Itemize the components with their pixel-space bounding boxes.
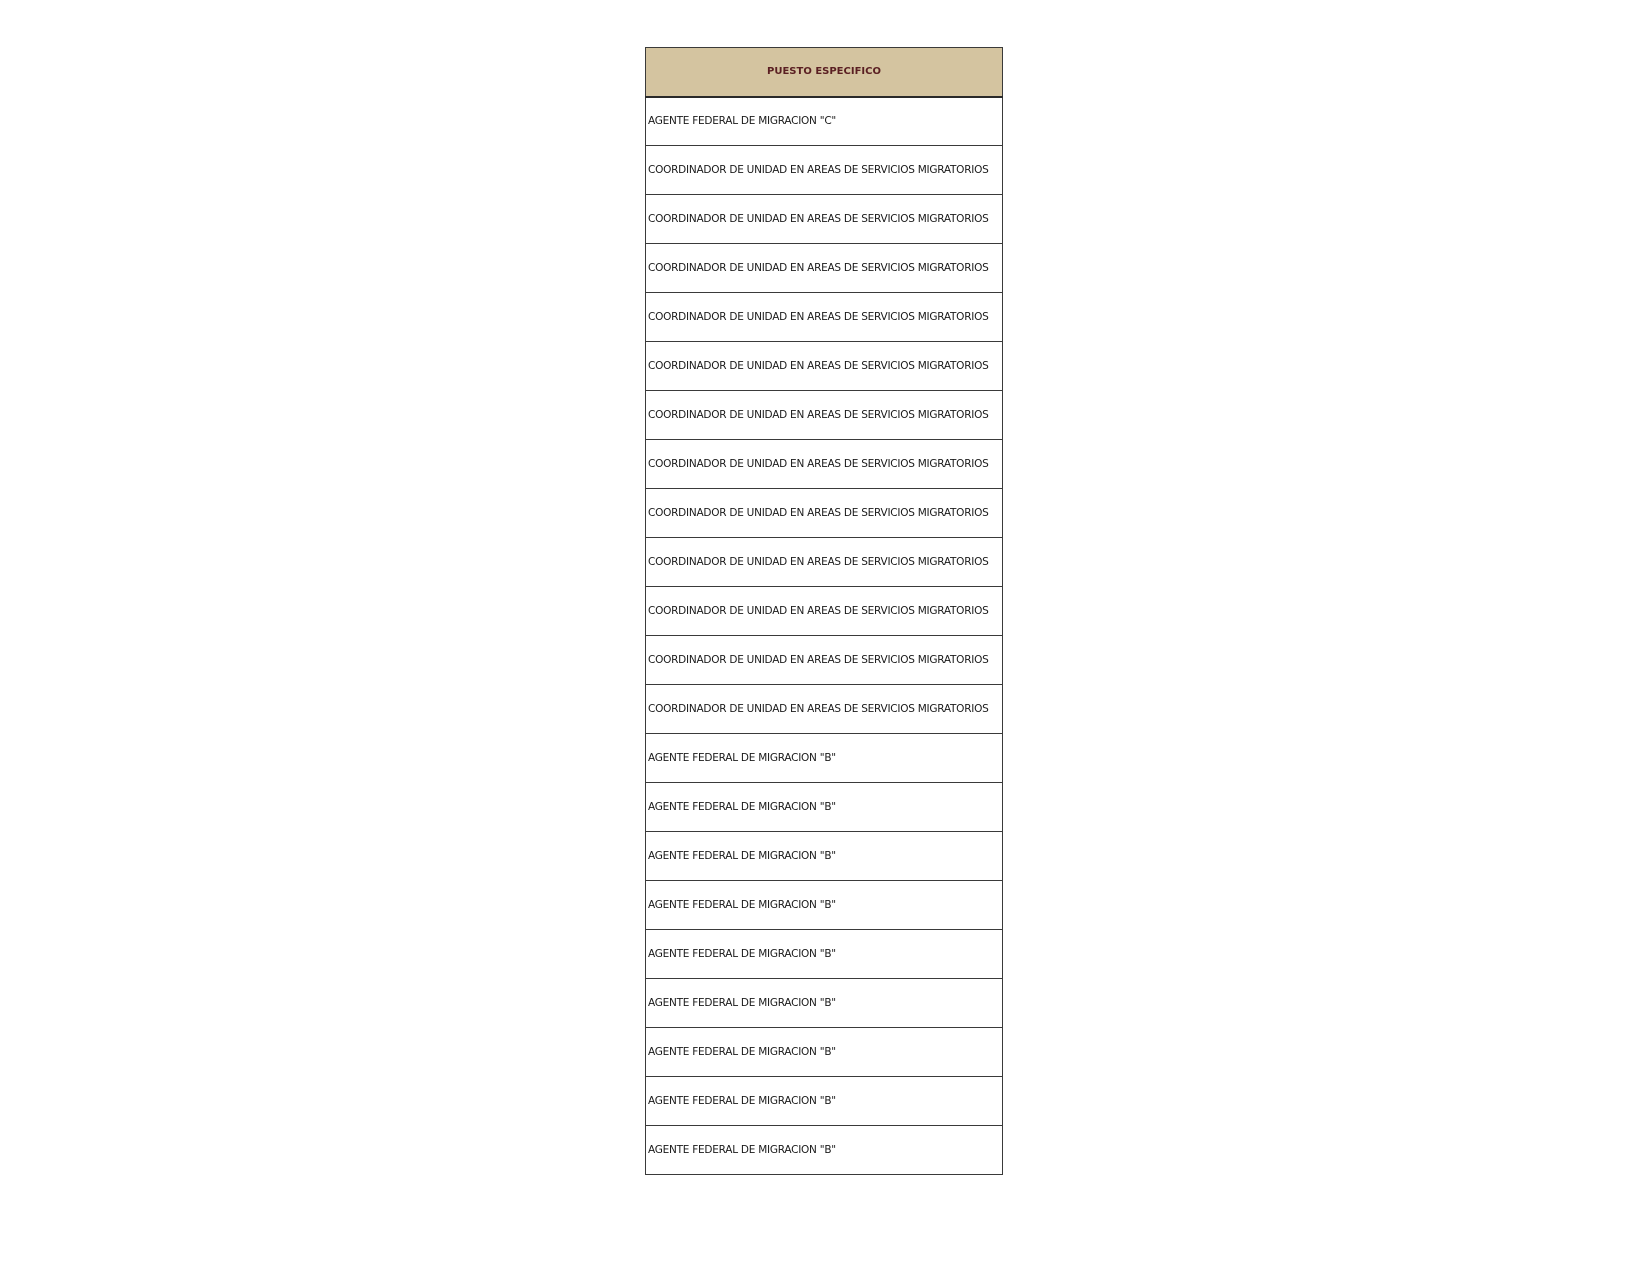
table-cell: AGENTE FEDERAL DE MIGRACION "C" — [645, 96, 1003, 146]
table-cell: COORDINADOR DE UNIDAD EN AREAS DE SERVIC… — [645, 243, 1003, 293]
table-row: COORDINADOR DE UNIDAD EN AREAS DE SERVIC… — [645, 684, 1003, 734]
table-row: COORDINADOR DE UNIDAD EN AREAS DE SERVIC… — [645, 390, 1003, 440]
table-body: AGENTE FEDERAL DE MIGRACION "C" COORDINA… — [645, 96, 1003, 1175]
table-row: COORDINADOR DE UNIDAD EN AREAS DE SERVIC… — [645, 439, 1003, 489]
table-cell: COORDINADOR DE UNIDAD EN AREAS DE SERVIC… — [645, 145, 1003, 195]
table-row: COORDINADOR DE UNIDAD EN AREAS DE SERVIC… — [645, 537, 1003, 587]
table-cell: COORDINADOR DE UNIDAD EN AREAS DE SERVIC… — [645, 488, 1003, 538]
table-cell: AGENTE FEDERAL DE MIGRACION "B" — [645, 880, 1003, 930]
table-cell: COORDINADOR DE UNIDAD EN AREAS DE SERVIC… — [645, 390, 1003, 440]
table-cell: COORDINADOR DE UNIDAD EN AREAS DE SERVIC… — [645, 537, 1003, 587]
table-cell: COORDINADOR DE UNIDAD EN AREAS DE SERVIC… — [645, 341, 1003, 391]
table-row: AGENTE FEDERAL DE MIGRACION "B" — [645, 782, 1003, 832]
table-cell: COORDINADOR DE UNIDAD EN AREAS DE SERVIC… — [645, 586, 1003, 636]
table-row: COORDINADOR DE UNIDAD EN AREAS DE SERVIC… — [645, 586, 1003, 636]
table-cell: COORDINADOR DE UNIDAD EN AREAS DE SERVIC… — [645, 635, 1003, 685]
puesto-table: PUESTO ESPECIFICO AGENTE FEDERAL DE MIGR… — [645, 47, 1003, 1175]
table-cell: COORDINADOR DE UNIDAD EN AREAS DE SERVIC… — [645, 292, 1003, 342]
table-cell: COORDINADOR DE UNIDAD EN AREAS DE SERVIC… — [645, 194, 1003, 244]
table-row: AGENTE FEDERAL DE MIGRACION "B" — [645, 978, 1003, 1028]
table-cell: AGENTE FEDERAL DE MIGRACION "B" — [645, 978, 1003, 1028]
table-row: COORDINADOR DE UNIDAD EN AREAS DE SERVIC… — [645, 635, 1003, 685]
table-cell: AGENTE FEDERAL DE MIGRACION "B" — [645, 782, 1003, 832]
column-header-puesto-especifico: PUESTO ESPECIFICO — [645, 47, 1003, 98]
table-row: AGENTE FEDERAL DE MIGRACION "B" — [645, 880, 1003, 930]
table-row: COORDINADOR DE UNIDAD EN AREAS DE SERVIC… — [645, 243, 1003, 293]
table-row: AGENTE FEDERAL DE MIGRACION "B" — [645, 929, 1003, 979]
table-cell: AGENTE FEDERAL DE MIGRACION "B" — [645, 1125, 1003, 1175]
table-cell: COORDINADOR DE UNIDAD EN AREAS DE SERVIC… — [645, 684, 1003, 734]
table-row: COORDINADOR DE UNIDAD EN AREAS DE SERVIC… — [645, 488, 1003, 538]
table-row: COORDINADOR DE UNIDAD EN AREAS DE SERVIC… — [645, 194, 1003, 244]
table-row: AGENTE FEDERAL DE MIGRACION "B" — [645, 1076, 1003, 1126]
table-cell: AGENTE FEDERAL DE MIGRACION "B" — [645, 929, 1003, 979]
table-cell: AGENTE FEDERAL DE MIGRACION "B" — [645, 831, 1003, 881]
table-row: COORDINADOR DE UNIDAD EN AREAS DE SERVIC… — [645, 145, 1003, 195]
table-cell: COORDINADOR DE UNIDAD EN AREAS DE SERVIC… — [645, 439, 1003, 489]
table-cell: AGENTE FEDERAL DE MIGRACION "B" — [645, 1076, 1003, 1126]
table-row: AGENTE FEDERAL DE MIGRACION "B" — [645, 1027, 1003, 1077]
table-row: AGENTE FEDERAL DE MIGRACION "B" — [645, 1125, 1003, 1175]
table-row: AGENTE FEDERAL DE MIGRACION "B" — [645, 831, 1003, 881]
table-row: AGENTE FEDERAL DE MIGRACION "B" — [645, 733, 1003, 783]
table-cell: AGENTE FEDERAL DE MIGRACION "B" — [645, 733, 1003, 783]
table-row: COORDINADOR DE UNIDAD EN AREAS DE SERVIC… — [645, 341, 1003, 391]
table-row: AGENTE FEDERAL DE MIGRACION "C" — [645, 96, 1003, 146]
table-header-row: PUESTO ESPECIFICO — [645, 47, 1003, 98]
table-row: COORDINADOR DE UNIDAD EN AREAS DE SERVIC… — [645, 292, 1003, 342]
table-cell: AGENTE FEDERAL DE MIGRACION "B" — [645, 1027, 1003, 1077]
